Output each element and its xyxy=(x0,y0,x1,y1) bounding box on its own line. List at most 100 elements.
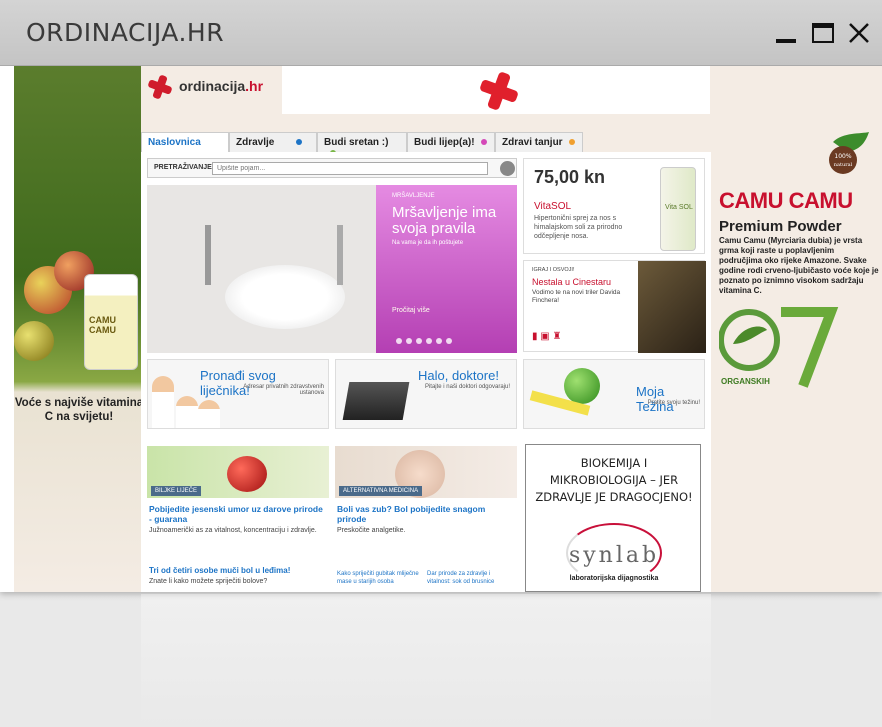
apple-image xyxy=(564,368,600,404)
slide-dot[interactable] xyxy=(426,338,432,344)
news-title[interactable]: Pobijedite jesenski umor uz darove priro… xyxy=(149,504,325,524)
natural-leaf-badge-icon: 100% natural xyxy=(829,132,869,174)
tab-zdravi-tanjur[interactable]: Zdravi tanjur xyxy=(495,132,583,152)
search-label: PRETRAŽIVANJE xyxy=(154,164,212,171)
news-category[interactable]: BILJKE LIJEČE xyxy=(151,486,202,496)
left-advert[interactable]: CAMU CAMU Voće s najviše vitamina C na s… xyxy=(14,66,144,592)
card-subtitle: Adresar privatnih zdravstvenih ustanova xyxy=(243,384,324,396)
promo-price: 75,00 kn xyxy=(534,167,606,187)
ad-headline-line: MIKROBIOLOGIJA – JER xyxy=(549,473,679,487)
right-ad-title: CAMU CAMU xyxy=(719,188,853,213)
news-title[interactable]: Tri od četiri osobe muči bol u leđima! xyxy=(149,566,290,575)
browser-window: ORDINACIJA.HR CAMU CAMU Voće s najviše v… xyxy=(0,0,882,592)
camu-jar-image: CAMU CAMU xyxy=(84,274,138,370)
news-text: Preskočite analgetike. xyxy=(337,527,406,534)
guarana-image xyxy=(227,456,267,492)
logo-main: ordinacija xyxy=(179,78,246,94)
slide-dot[interactable] xyxy=(436,338,442,344)
card-subtitle: Pitajte i naši doktori odgovaraju! xyxy=(424,384,510,390)
tab-naslovnica[interactable]: Naslovnica xyxy=(141,132,229,152)
knife-image xyxy=(337,225,343,285)
hero-slider[interactable]: MRŠAVLJENJE Mršavljenje ima svoja pravil… xyxy=(147,185,517,353)
close-icon xyxy=(849,23,869,43)
cinema-text: Vodimo te na novi triler Davida Finchera… xyxy=(532,289,621,304)
svg-text:natural: natural xyxy=(834,162,853,168)
title-bar: ORDINACIJA.HR xyxy=(0,0,882,66)
slide-dot[interactable] xyxy=(446,338,452,344)
slider-dots xyxy=(396,331,456,349)
synlab-advert[interactable]: BIOKEMIJA I MIKROBIOLOGIJA – JER ZDRAVLJ… xyxy=(525,444,701,592)
news-text: Znate li kako možete spriječiti bolove? xyxy=(149,578,268,585)
right-ad-text: Camu Camu (Myrciaria dubia) je vrsta grm… xyxy=(719,236,879,295)
slide-dot[interactable] xyxy=(396,338,402,344)
window-title: ORDINACIJA.HR xyxy=(26,18,225,47)
synlab-tagline: laboratorijska dijagnostika xyxy=(569,575,659,582)
site-main: ordinacija.hr Naslovnica Zdravlje Budi s… xyxy=(141,66,711,592)
content-area: PRETRAŽIVANJE MRŠAVLJENJE Mršavljenje im… xyxy=(141,152,711,592)
hero-overlay: MRŠAVLJENJE Mršavljenje ima svoja pravil… xyxy=(376,185,517,353)
news-link[interactable]: Dar prirode za zdravlje i vitalnost: sok… xyxy=(427,570,513,586)
cinema-promo[interactable]: IGRAJ I OSVOJI! Nestala u Cinestaru Vodi… xyxy=(523,260,706,353)
ad-headline: BIOKEMIJA I MIKROBIOLOGIJA – JER ZDRAVLJ… xyxy=(526,455,702,506)
site-logo[interactable]: ordinacija.hr xyxy=(179,78,263,94)
window-reflection xyxy=(14,594,882,727)
hero-title[interactable]: Mršavljenje ima svoja pravila xyxy=(392,205,512,237)
red-cross-icon xyxy=(480,72,518,110)
tab-zdravlje[interactable]: Zdravlje xyxy=(229,132,317,152)
logo-tld: .hr xyxy=(245,78,264,94)
search-go-button[interactable] xyxy=(500,161,515,176)
close-button[interactable] xyxy=(846,20,872,46)
hero-read-more-link[interactable]: Pročitaj više xyxy=(392,307,430,314)
web-page: CAMU CAMU Voće s najviše vitamina C na s… xyxy=(14,66,882,592)
plate-image xyxy=(225,265,345,329)
find-doctor-card[interactable]: Pronađi svog liječnika! Adresar privatni… xyxy=(147,359,329,429)
cinema-title: Nestala u Cinestaru xyxy=(532,277,612,287)
hero-subtitle: Na vama je da ih poštujete xyxy=(392,240,464,246)
news-image[interactable]: ALTERNATIVNA MEDICINA xyxy=(335,446,517,498)
news-link[interactable]: Kako spriječiti gubitak mliječne mase u … xyxy=(337,570,423,586)
jar-label: CAMU CAMU xyxy=(89,315,116,335)
news-text: Južnoamerički as za vitalnost, koncentra… xyxy=(149,527,317,534)
left-ad-caption: Voće s najviše vitamina C na svijetu! xyxy=(14,397,144,423)
news-section: BILJKE LIJEČE Pobijedite jesenski umor u… xyxy=(141,438,711,592)
maximize-button[interactable] xyxy=(810,20,836,46)
svg-text:100%: 100% xyxy=(834,153,851,160)
slide-dot[interactable] xyxy=(406,338,412,344)
svg-text:ORGANSKIH: ORGANSKIH xyxy=(721,377,770,386)
promo-name: VitaSOL xyxy=(534,201,572,212)
laptop-image xyxy=(342,382,410,420)
minimize-button[interactable] xyxy=(773,20,799,46)
cinema-kicker: IGRAJ I OSVOJI! xyxy=(532,267,575,273)
ask-doctor-card[interactable]: Halo, doktore! Pitajte i naši doktori od… xyxy=(335,359,517,429)
doctor-image xyxy=(198,400,220,428)
tab-label: Budi lijep(a)! xyxy=(414,137,475,148)
hero-kicker: MRŠAVLJENJE xyxy=(392,193,435,199)
news-image[interactable]: BILJKE LIJEČE xyxy=(147,446,329,498)
product-promo[interactable]: 75,00 kn VitaSOL Hipertonični sprej za n… xyxy=(523,158,705,254)
minimize-icon xyxy=(776,39,796,43)
spray-bottle-image: Vita SOL xyxy=(660,167,696,251)
tab-label: Budi sretan :) xyxy=(324,137,389,148)
camu-fruit-image xyxy=(14,321,54,361)
my-weight-card[interactable]: Moja Težina Pratite svoju težinu! xyxy=(523,359,705,429)
site-header: ordinacija.hr xyxy=(141,66,711,132)
movie-poster-image xyxy=(638,261,706,353)
tab-budi-sretan[interactable]: Budi sretan :) xyxy=(317,132,407,156)
tab-budi-lijep[interactable]: Budi lijep(a)! xyxy=(407,132,495,152)
tab-label: Zdravi tanjur xyxy=(502,137,563,148)
promo-text: Hipertonični sprej za nos s himalajskom … xyxy=(534,215,623,240)
slide-dot[interactable] xyxy=(416,338,422,344)
bullet-icon xyxy=(568,139,575,145)
card-subtitle: Pratite svoju težinu! xyxy=(647,400,700,406)
news-category[interactable]: ALTERNATIVNA MEDICINA xyxy=(339,486,423,496)
news-title[interactable]: Boli vas zub? Bol pobijedite snagom prir… xyxy=(337,504,513,524)
doctor-image xyxy=(176,396,198,428)
search-input[interactable] xyxy=(212,162,488,175)
card-title: Halo, doktore! xyxy=(418,368,499,383)
top-banner[interactable] xyxy=(282,66,710,114)
prize-icons: ▮ ▣ ♜ xyxy=(532,331,562,342)
maximize-icon xyxy=(812,23,834,43)
right-advert[interactable]: 100% natural CAMU CAMU Premium Powder Ca… xyxy=(711,66,882,592)
logo-cross-icon[interactable] xyxy=(147,74,173,100)
tab-label: Naslovnica xyxy=(148,137,201,148)
